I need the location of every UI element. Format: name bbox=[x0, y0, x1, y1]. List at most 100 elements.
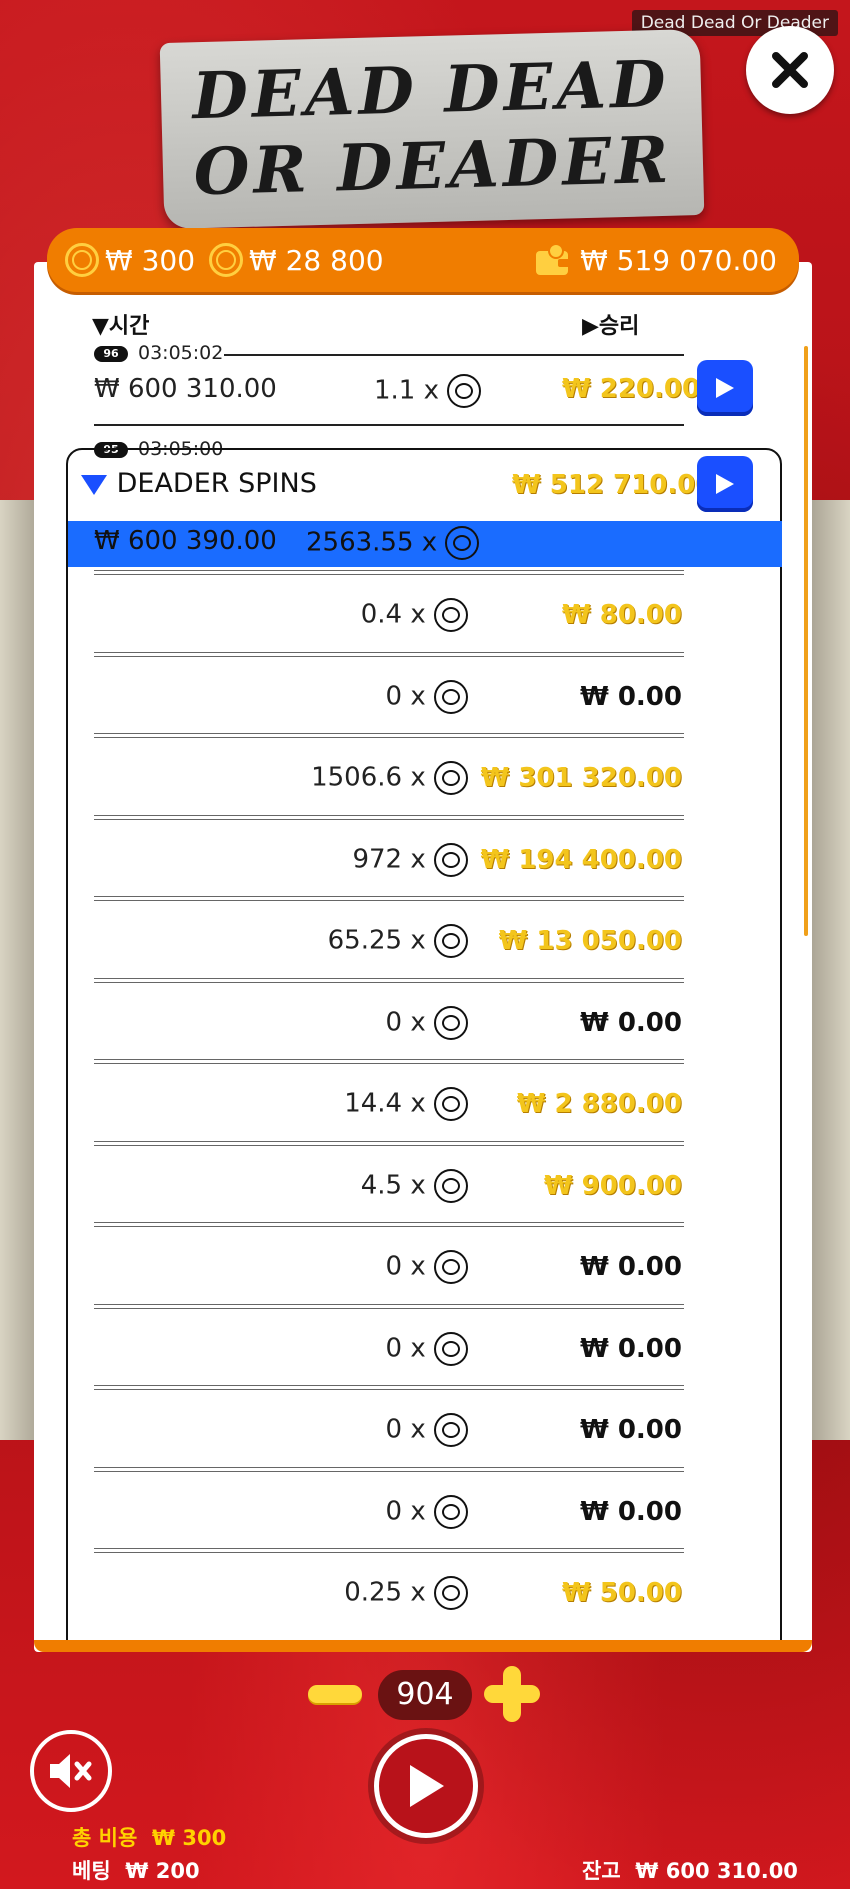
mute-button[interactable] bbox=[30, 1730, 112, 1812]
col-header-time[interactable]: ▼시간 bbox=[92, 308, 149, 340]
top-balance-bar: ₩ 300 ₩ 28 800 ₩ 519 070.00 bbox=[47, 228, 799, 292]
spin-win: ₩ 0.00 bbox=[580, 1007, 682, 1038]
round-time: 03:05:02 bbox=[138, 342, 224, 364]
divider bbox=[94, 1222, 684, 1227]
bet-level-display: 904 bbox=[378, 1670, 472, 1720]
spin-win: ₩ 301 320.00 bbox=[480, 763, 682, 793]
spin-button[interactable] bbox=[374, 1734, 478, 1838]
footer-balance: 잔고 ₩ 600 310.00 bbox=[582, 1859, 798, 1883]
coin-icon bbox=[209, 243, 244, 277]
play-icon bbox=[410, 1765, 444, 1807]
divider bbox=[94, 1466, 684, 1472]
play-icon bbox=[716, 474, 734, 494]
plus-icon-stem bbox=[503, 1666, 521, 1722]
spin-win: ₩ 13 050.00 bbox=[498, 926, 682, 956]
col-header-win[interactable]: ▶승리 bbox=[582, 308, 639, 340]
spin-multiplier: 972 x bbox=[352, 842, 468, 877]
spin-win: ₩ 0.00 bbox=[580, 1333, 682, 1364]
round-id-badge: 96 bbox=[94, 346, 128, 362]
spin-win: ₩ 50.00 bbox=[562, 1578, 682, 1608]
close-icon bbox=[772, 52, 808, 88]
spin-win: ₩ 80.00 bbox=[562, 600, 682, 630]
round-multiplier: 1.1 x bbox=[374, 374, 482, 408]
spin-win: ₩ 0.00 bbox=[580, 681, 682, 712]
coin-icon bbox=[434, 1168, 468, 1203]
speaker-muted-icon bbox=[50, 1754, 92, 1788]
spin-win: ₩ 0.00 bbox=[580, 1252, 682, 1282]
spin-win: ₩ 0.00 bbox=[580, 1496, 682, 1527]
divider bbox=[94, 896, 684, 901]
spin-multiplier: 1506.6 x bbox=[311, 761, 468, 795]
coin-icon bbox=[434, 1413, 468, 1447]
divider bbox=[94, 1548, 684, 1553]
spin-multiplier: 0 x bbox=[386, 1250, 468, 1284]
decrease-bet-button[interactable] bbox=[308, 1685, 362, 1703]
divider bbox=[94, 651, 684, 657]
spin-multiplier: 14.4 x bbox=[344, 1087, 468, 1121]
divider bbox=[94, 1303, 684, 1309]
triangle-down-icon bbox=[81, 474, 107, 495]
spin-multiplier: 0.4 x bbox=[361, 598, 468, 632]
wallet-icon bbox=[536, 243, 571, 275]
divider bbox=[94, 733, 684, 738]
round-balance: ₩ 600 310.00 bbox=[94, 374, 277, 404]
panel-bottom-edge bbox=[34, 1640, 812, 1652]
spin-multiplier: 0 x bbox=[386, 1413, 468, 1447]
coin-icon bbox=[434, 1494, 468, 1529]
cost-value: ₩ 300 bbox=[105, 243, 196, 277]
round-win: ₩ 220.00 bbox=[562, 374, 701, 404]
game-logo: DEAD DEAD OR DEADER bbox=[159, 28, 705, 230]
close-button[interactable] bbox=[746, 26, 834, 114]
spin-win: ₩ 900.00 bbox=[543, 1170, 682, 1201]
coin-icon bbox=[434, 1331, 468, 1366]
spin-multiplier: 65.25 x bbox=[328, 924, 468, 958]
coin-icon bbox=[434, 842, 468, 877]
coin-icon bbox=[434, 1576, 468, 1610]
coin-icon bbox=[447, 374, 482, 408]
wall-right bbox=[810, 500, 850, 1440]
divider bbox=[94, 814, 684, 820]
feature-toggle[interactable]: DEADER SPINS bbox=[80, 468, 317, 499]
replay-button[interactable] bbox=[697, 456, 753, 512]
coin-icon bbox=[434, 1250, 468, 1284]
logo-line-1: DEAD DEAD bbox=[191, 46, 671, 135]
spin-multiplier: 0 x bbox=[386, 1331, 468, 1366]
bet-amount: 베팅 ₩ 200 bbox=[72, 1859, 200, 1883]
play-icon bbox=[716, 378, 734, 398]
scrollbar[interactable] bbox=[804, 346, 808, 936]
coin-icon bbox=[434, 761, 468, 795]
feature-balance: ₩ 600 390.00 bbox=[94, 526, 277, 556]
total-cost: 총 비용 ₩ 300 bbox=[72, 1826, 227, 1850]
feature-win: ₩ 512 710.00 bbox=[512, 470, 714, 500]
divider bbox=[94, 1140, 684, 1146]
bet-total-value: ₩ 28 800 bbox=[249, 243, 384, 277]
spin-multiplier: 0 x bbox=[386, 679, 468, 714]
spin-multiplier: 0.25 x bbox=[344, 1576, 468, 1610]
divider bbox=[94, 1385, 684, 1390]
coin-icon bbox=[434, 1087, 468, 1121]
bet-stepper: 904 bbox=[0, 1666, 850, 1722]
divider bbox=[224, 354, 684, 356]
coin-icon bbox=[445, 526, 480, 560]
feature-multiplier: 2563.55 x bbox=[306, 526, 480, 560]
coin-icon bbox=[65, 243, 99, 277]
coin-icon bbox=[434, 679, 468, 714]
triangle-right-icon: ▶ bbox=[582, 314, 599, 339]
coin-icon bbox=[434, 924, 468, 958]
divider bbox=[94, 570, 684, 575]
coin-icon bbox=[434, 598, 468, 632]
divider bbox=[94, 1059, 684, 1064]
spin-multiplier: 0 x bbox=[386, 1005, 468, 1040]
spin-win: ₩ 194 400.00 bbox=[480, 844, 682, 875]
spin-multiplier: 4.5 x bbox=[361, 1168, 468, 1203]
triangle-down-icon: ▼ bbox=[92, 314, 109, 339]
logo-line-2: OR DEADER bbox=[192, 122, 674, 211]
replay-button[interactable] bbox=[697, 360, 753, 416]
spin-multiplier: 0 x bbox=[386, 1494, 468, 1529]
divider bbox=[94, 977, 684, 983]
history-panel: ▼시간 ▶승리 96 03:05:02 ₩ 600 310.00 1.1 x ₩… bbox=[34, 262, 812, 1652]
divider bbox=[94, 424, 684, 426]
coin-icon bbox=[434, 1005, 468, 1040]
spin-win: ₩ 2 880.00 bbox=[516, 1089, 682, 1119]
spin-win: ₩ 0.00 bbox=[580, 1415, 682, 1445]
